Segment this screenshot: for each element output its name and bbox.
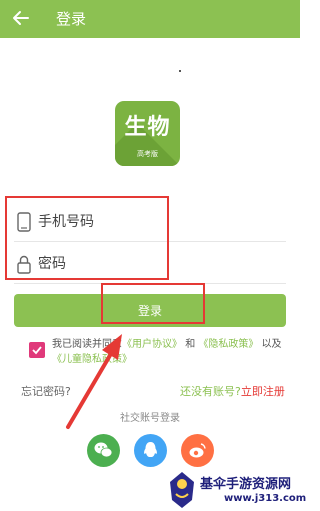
annotation-arrow-icon bbox=[66, 334, 122, 429]
mascot-icon bbox=[170, 472, 194, 508]
watermark: 基伞手游资源网 www.j313.com bbox=[163, 470, 306, 511]
watermark-url: www.j313.com bbox=[224, 493, 307, 504]
watermark-title: 基伞手游资源网 bbox=[200, 477, 292, 492]
